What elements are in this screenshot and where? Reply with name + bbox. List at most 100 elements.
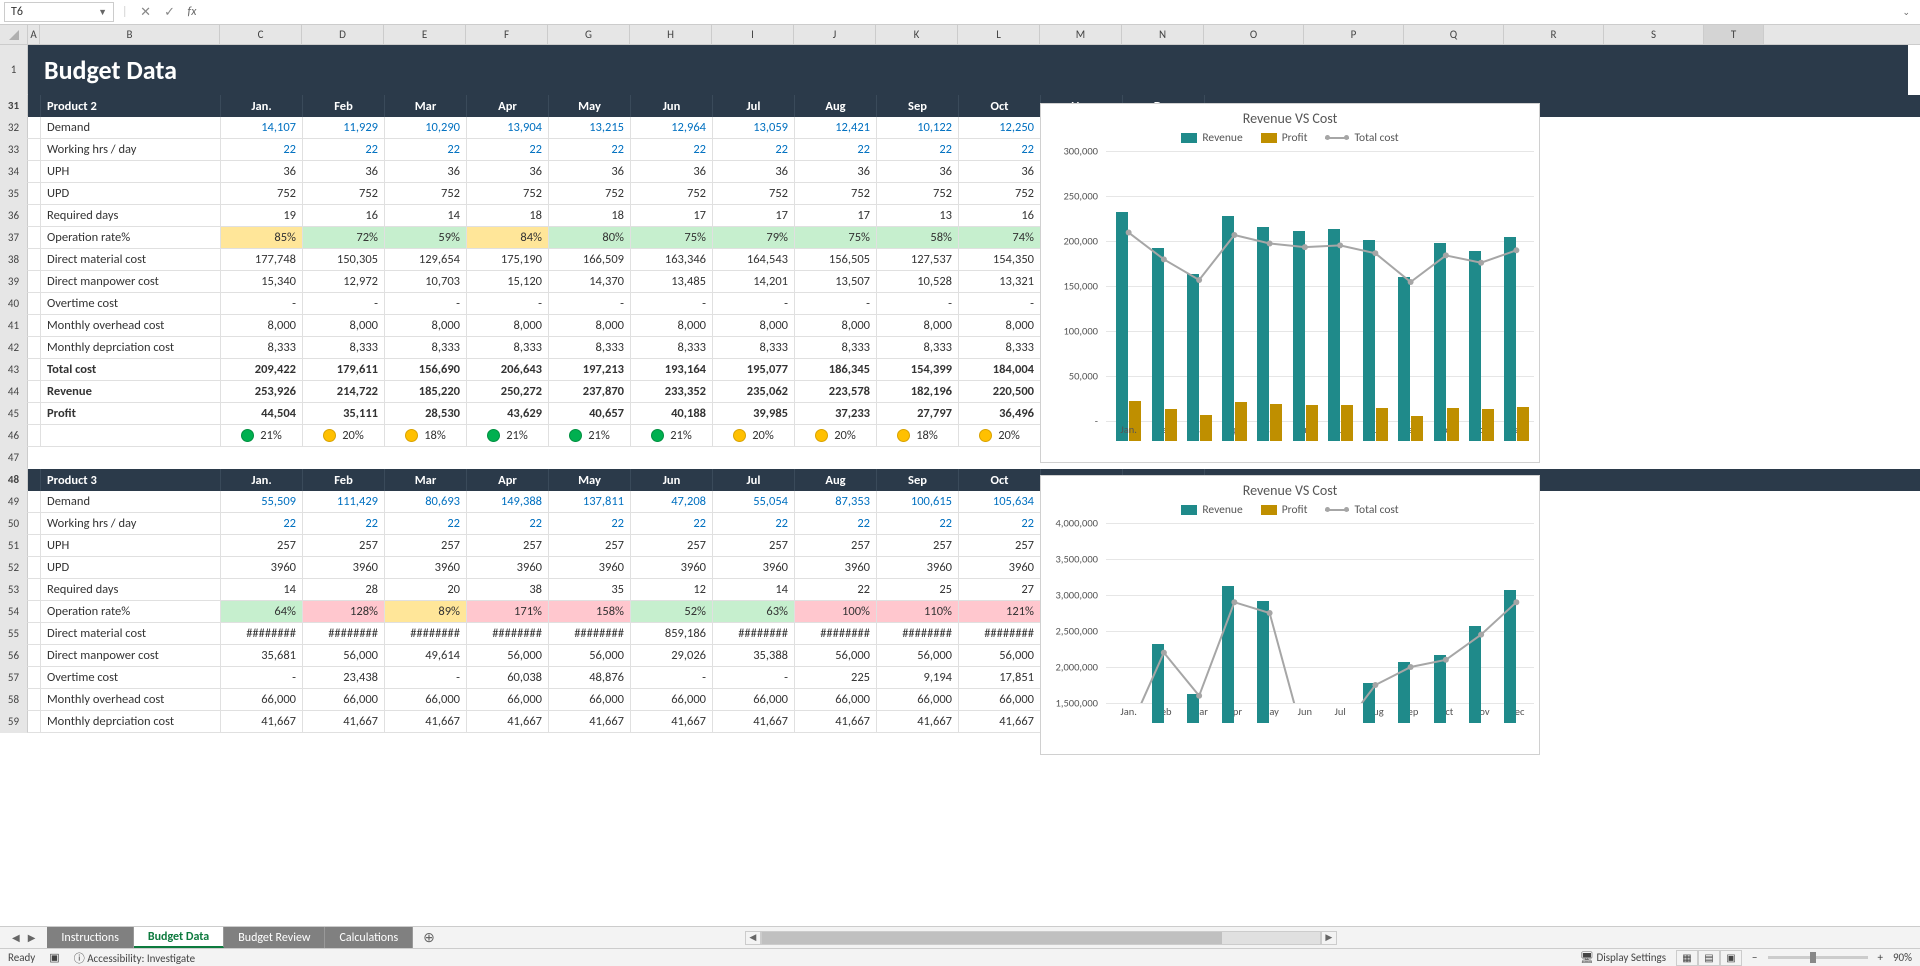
data-cell[interactable]: 752	[385, 183, 467, 205]
data-cell[interactable]: 66,000	[713, 689, 795, 711]
data-cell[interactable]: 206,643	[467, 359, 549, 381]
data-cell[interactable]: 41,667	[385, 711, 467, 733]
data-cell[interactable]: 13	[877, 205, 959, 227]
data-cell[interactable]: 27,797	[877, 403, 959, 425]
data-cell[interactable]: 80%	[549, 227, 631, 249]
data-cell[interactable]: 253,926	[221, 381, 303, 403]
data-cell[interactable]: 13,485	[631, 271, 713, 293]
row-header-1[interactable]: 1	[0, 45, 28, 95]
data-cell[interactable]: 22	[795, 579, 877, 601]
data-cell[interactable]: 28	[303, 579, 385, 601]
data-cell[interactable]: 3960	[467, 557, 549, 579]
data-cell[interactable]: 66,000	[795, 689, 877, 711]
data-cell[interactable]: 257	[631, 535, 713, 557]
data-cell[interactable]: 56,000	[959, 645, 1041, 667]
data-cell[interactable]: 47,208	[631, 491, 713, 513]
data-cell[interactable]: 752	[303, 183, 385, 205]
data-cell[interactable]: 156,690	[385, 359, 467, 381]
data-cell[interactable]: 22	[303, 513, 385, 535]
data-cell[interactable]: -	[713, 293, 795, 315]
data-cell[interactable]: 22	[795, 513, 877, 535]
data-cell[interactable]: 149,388	[467, 491, 549, 513]
data-cell[interactable]: 14,370	[549, 271, 631, 293]
data-cell[interactable]: 3960	[221, 557, 303, 579]
data-cell[interactable]: -	[385, 293, 467, 315]
data-cell[interactable]: 66,000	[959, 689, 1041, 711]
data-cell[interactable]: 10,290	[385, 117, 467, 139]
data-cell[interactable]: 22	[221, 513, 303, 535]
data-cell[interactable]: 12,964	[631, 117, 713, 139]
data-cell[interactable]: 13,059	[713, 117, 795, 139]
data-cell[interactable]: 13,904	[467, 117, 549, 139]
data-cell[interactable]: 41,667	[467, 711, 549, 733]
data-cell[interactable]: 128%	[303, 601, 385, 623]
data-cell[interactable]: 22	[877, 139, 959, 161]
data-cell[interactable]: 13,215	[549, 117, 631, 139]
col-header-J[interactable]: J	[794, 25, 876, 44]
data-cell[interactable]: 752	[549, 183, 631, 205]
data-cell[interactable]: 56,000	[549, 645, 631, 667]
data-cell[interactable]: 48,876	[549, 667, 631, 689]
col-header-B[interactable]: B	[40, 25, 220, 44]
data-cell[interactable]: 15,340	[221, 271, 303, 293]
row-header[interactable]: 38	[0, 249, 28, 271]
data-cell[interactable]: 8,000	[467, 315, 549, 337]
data-cell[interactable]: 111,429	[303, 491, 385, 513]
sheet-tab[interactable]: Instructions	[47, 927, 133, 948]
data-cell[interactable]: 8,000	[221, 315, 303, 337]
row-header-47[interactable]: 47	[0, 447, 28, 469]
data-cell[interactable]: 16	[303, 205, 385, 227]
data-cell[interactable]: 19	[221, 205, 303, 227]
data-cell[interactable]: 154,399	[877, 359, 959, 381]
data-cell[interactable]: -	[549, 293, 631, 315]
row-header-46[interactable]: 46	[0, 425, 28, 447]
col-header-E[interactable]: E	[384, 25, 466, 44]
data-cell[interactable]: 22	[221, 139, 303, 161]
data-cell[interactable]: 193,164	[631, 359, 713, 381]
data-cell[interactable]: 10,528	[877, 271, 959, 293]
data-cell[interactable]: 66,000	[385, 689, 467, 711]
data-cell[interactable]: 36	[795, 161, 877, 183]
data-cell[interactable]: 12	[631, 579, 713, 601]
data-cell[interactable]: 10,703	[385, 271, 467, 293]
cancel-formula-icon[interactable]: ✕	[136, 2, 156, 22]
data-cell[interactable]: 110%	[877, 601, 959, 623]
data-cell[interactable]: 35,681	[221, 645, 303, 667]
margin-cell[interactable]: 21%	[549, 425, 631, 447]
data-cell[interactable]: 137,811	[549, 491, 631, 513]
data-cell[interactable]: 3960	[713, 557, 795, 579]
data-cell[interactable]: 12,421	[795, 117, 877, 139]
data-cell[interactable]: 79%	[713, 227, 795, 249]
data-cell[interactable]: 237,870	[549, 381, 631, 403]
col-header-D[interactable]: D	[302, 25, 384, 44]
data-cell[interactable]: 177,748	[221, 249, 303, 271]
row-header[interactable]: 41	[0, 315, 28, 337]
data-cell[interactable]: 22	[631, 139, 713, 161]
data-cell[interactable]: 22	[549, 139, 631, 161]
data-cell[interactable]: 36	[959, 161, 1041, 183]
data-cell[interactable]: 12,250	[959, 117, 1041, 139]
data-cell[interactable]: 3960	[795, 557, 877, 579]
zoom-slider[interactable]	[1768, 956, 1868, 959]
data-cell[interactable]: 22	[877, 513, 959, 535]
data-cell[interactable]: 40,657	[549, 403, 631, 425]
data-cell[interactable]: 8,000	[631, 315, 713, 337]
data-cell[interactable]: 257	[221, 535, 303, 557]
data-cell[interactable]: 3960	[549, 557, 631, 579]
data-cell[interactable]: 8,333	[795, 337, 877, 359]
data-cell[interactable]: 41,667	[877, 711, 959, 733]
row-header[interactable]: 55	[0, 623, 28, 645]
data-cell[interactable]: 223,578	[795, 381, 877, 403]
name-box[interactable]: T6 ▼	[4, 2, 114, 22]
data-cell[interactable]: -	[385, 667, 467, 689]
data-cell[interactable]: 36	[631, 161, 713, 183]
data-cell[interactable]: 72%	[303, 227, 385, 249]
data-cell[interactable]: -	[221, 293, 303, 315]
data-cell[interactable]: 66,000	[467, 689, 549, 711]
data-cell[interactable]: 182,196	[877, 381, 959, 403]
tab-nav-buttons[interactable]: ◀ ▶	[0, 927, 47, 948]
data-cell[interactable]: 43,629	[467, 403, 549, 425]
margin-cell[interactable]: 20%	[713, 425, 795, 447]
margin-cell[interactable]: 21%	[467, 425, 549, 447]
data-cell[interactable]: -	[959, 293, 1041, 315]
